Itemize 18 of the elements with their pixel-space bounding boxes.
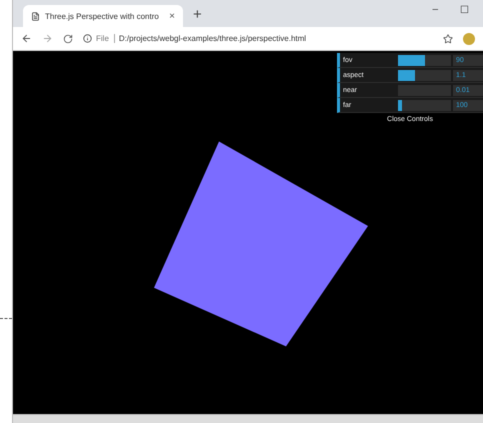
scheme-label: File	[96, 34, 115, 43]
scrollbar[interactable]	[13, 414, 483, 423]
url-text[interactable]: D:/projects/webgl-examples/three.js/perspective.html	[118, 34, 306, 43]
browser-tab[interactable]: Three.js Perspective with contro ×	[23, 5, 183, 27]
dashed-line	[0, 318, 12, 319]
minimize-button[interactable]: –	[432, 4, 438, 16]
bookmark-star-icon[interactable]	[443, 34, 453, 44]
back-icon[interactable]	[21, 33, 32, 44]
slider-track[interactable]	[398, 100, 451, 110]
close-tab-button[interactable]: ×	[169, 10, 175, 22]
slider-track[interactable]	[398, 70, 451, 80]
slider-track[interactable]	[398, 54, 451, 66]
info-icon[interactable]	[83, 34, 92, 43]
new-tab-button[interactable]: +	[193, 6, 202, 23]
reload-icon[interactable]	[63, 34, 73, 44]
page-icon	[31, 12, 40, 20]
maximize-button[interactable]: ☐	[460, 4, 469, 16]
tab-title: Three.js Perspective with contro	[45, 12, 160, 20]
